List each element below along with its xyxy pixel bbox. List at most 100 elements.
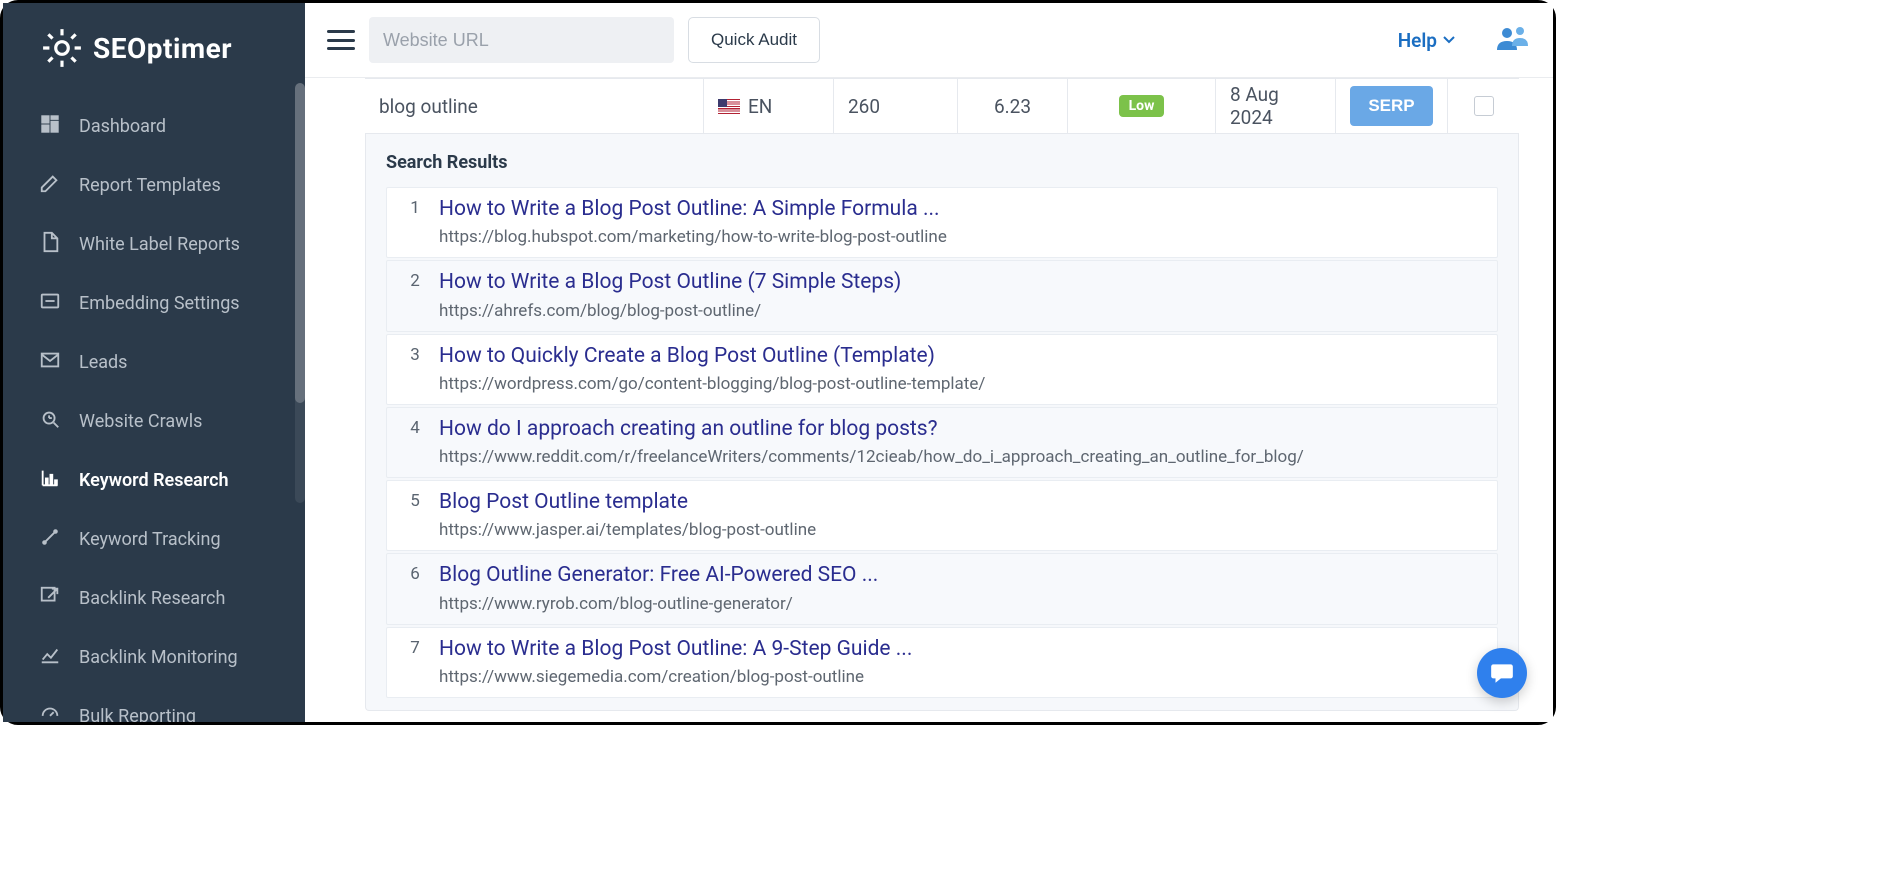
serp-body: How to Write a Blog Post Outline: A 9-St…	[439, 636, 1483, 687]
sidebar-item-website-crawls[interactable]: Website Crawls	[3, 392, 305, 451]
serp-url: https://www.jasper.ai/templates/blog-pos…	[439, 520, 1483, 540]
serp-rank: 7	[393, 636, 437, 687]
backlink-research-icon	[39, 585, 61, 612]
embed-icon	[39, 290, 61, 317]
row-checkbox[interactable]	[1474, 96, 1494, 116]
backlink-monitoring-icon	[39, 644, 61, 671]
keyword-row: blog outline EN 260 6.23 Low 8 Aug 2024	[365, 78, 1519, 134]
sidebar-item-label: Dashboard	[79, 116, 166, 137]
search-results-panel: Search Results 1How to Write a Blog Post…	[365, 134, 1519, 711]
serp-result: 1How to Write a Blog Post Outline: A Sim…	[386, 187, 1498, 258]
serp-result: 2How to Write a Blog Post Outline (7 Sim…	[386, 260, 1498, 331]
content-area: blog outline EN 260 6.23 Low 8 Aug 2024	[305, 78, 1553, 722]
serp-cell: SERP	[1335, 79, 1447, 133]
serp-result: 6Blog Outline Generator: Free AI-Powered…	[386, 553, 1498, 624]
keyword-value: blog outline	[379, 95, 478, 118]
serp-title-link[interactable]: How to Quickly Create a Blog Post Outlin…	[439, 343, 1483, 370]
tracking-icon	[39, 526, 61, 553]
date-value: 8 Aug 2024	[1230, 83, 1321, 129]
serp-body: How do I approach creating an outline fo…	[439, 416, 1483, 467]
sidebar-item-label: Bulk Reporting	[79, 706, 196, 722]
mail-icon	[39, 349, 61, 376]
sidebar-item-label: Backlink Research	[79, 588, 225, 609]
help-label: Help	[1398, 29, 1437, 52]
serp-rank: 1	[393, 196, 437, 247]
serp-list: 1How to Write a Blog Post Outline: A Sim…	[386, 187, 1498, 700]
serp-rank: 3	[393, 343, 437, 394]
serp-body: How to Quickly Create a Blog Post Outlin…	[439, 343, 1483, 394]
sidebar-item-report-templates[interactable]: Report Templates	[3, 156, 305, 215]
sidebar-item-label: Website Crawls	[79, 411, 202, 432]
cpc-cell: 6.23	[957, 79, 1067, 133]
brand-name: SEOptimer	[93, 32, 232, 65]
sidebar-item-white-label-reports[interactable]: White Label Reports	[3, 215, 305, 274]
quick-audit-button[interactable]: Quick Audit	[688, 17, 820, 63]
serp-body: How to Write a Blog Post Outline: A Simp…	[439, 196, 1483, 247]
volume-cell: 260	[833, 79, 957, 133]
main: Quick Audit Help blog outline	[305, 3, 1553, 722]
sidebar-scrollbar[interactable]	[295, 83, 305, 503]
sidebar-item-embedding-settings[interactable]: Embedding Settings	[3, 274, 305, 333]
serp-title-link[interactable]: Blog Outline Generator: Free AI-Powered …	[439, 562, 1483, 589]
serp-button[interactable]: SERP	[1350, 86, 1432, 126]
brand-logo[interactable]: SEOptimer	[3, 3, 305, 97]
serp-title-link[interactable]: How to Write a Blog Post Outline: A 9-St…	[439, 636, 1483, 663]
serp-url: https://ahrefs.com/blog/blog-post-outlin…	[439, 301, 1483, 321]
panel-title: Search Results	[386, 152, 1498, 173]
chat-icon	[1489, 660, 1515, 686]
flag-us-icon	[718, 99, 740, 114]
serp-url: https://wordpress.com/go/content-bloggin…	[439, 374, 1483, 394]
language-cell: EN	[703, 79, 833, 133]
sidebar-item-keyword-tracking[interactable]: Keyword Tracking	[3, 510, 305, 569]
serp-title-link[interactable]: How to Write a Blog Post Outline: A Simp…	[439, 196, 1483, 223]
volume-value: 260	[848, 95, 880, 118]
sidebar-item-label: Leads	[79, 352, 127, 373]
serp-title-link[interactable]: Blog Post Outline template	[439, 489, 1483, 516]
sidebar-item-label: White Label Reports	[79, 234, 240, 255]
sidebar-item-dashboard[interactable]: Dashboard	[3, 97, 305, 156]
serp-result: 5Blog Post Outline template https://www.j…	[386, 480, 1498, 551]
topbar: Quick Audit Help	[305, 3, 1553, 78]
sidebar-item-label: Keyword Tracking	[79, 529, 221, 550]
sidebar: SEOptimer Dashboard Report Templates White…	[3, 3, 305, 722]
serp-rank: 2	[393, 269, 437, 320]
help-menu[interactable]: Help	[1398, 29, 1455, 52]
serp-title-link[interactable]: How do I approach creating an outline fo…	[439, 416, 1483, 443]
chat-widget[interactable]	[1477, 648, 1527, 698]
website-url-input[interactable]	[369, 17, 674, 63]
sidebar-item-backlink-monitoring[interactable]: Backlink Monitoring	[3, 628, 305, 687]
checkbox-cell	[1447, 79, 1519, 133]
serp-url: https://www.ryrob.com/blog-outline-gener…	[439, 594, 1483, 614]
serp-url: https://www.reddit.com/r/freelanceWriter…	[439, 447, 1483, 467]
sidebar-item-label: Backlink Monitoring	[79, 647, 238, 668]
keyword-cell: blog outline	[365, 79, 703, 133]
document-icon	[39, 231, 61, 258]
sidebar-item-bulk-reporting[interactable]: Bulk Reporting	[3, 687, 305, 722]
serp-body: Blog Outline Generator: Free AI-Powered …	[439, 562, 1483, 613]
language-code: EN	[748, 95, 772, 118]
dashboard-icon	[39, 113, 61, 140]
competition-cell: Low	[1067, 79, 1215, 133]
serp-url: https://www.siegemedia.com/creation/blog…	[439, 667, 1483, 687]
sidebar-scrollbar-thumb[interactable]	[295, 83, 305, 403]
sidebar-item-label: Keyword Research	[79, 470, 229, 491]
sidebar-item-label: Embedding Settings	[79, 293, 240, 314]
serp-url: https://blog.hubspot.com/marketing/how-t…	[439, 227, 1483, 247]
serp-title-link[interactable]: How to Write a Blog Post Outline (7 Simp…	[439, 269, 1483, 296]
serp-body: Blog Post Outline template https://www.ja…	[439, 489, 1483, 540]
crawl-icon	[39, 408, 61, 435]
serp-rank: 5	[393, 489, 437, 540]
gear-icon	[41, 27, 83, 69]
sidebar-item-backlink-research[interactable]: Backlink Research	[3, 569, 305, 628]
users-icon[interactable]	[1495, 24, 1531, 56]
cpc-value: 6.23	[994, 95, 1031, 118]
chart-icon	[39, 467, 61, 494]
serp-body: How to Write a Blog Post Outline (7 Simp…	[439, 269, 1483, 320]
sidebar-item-leads[interactable]: Leads	[3, 333, 305, 392]
date-cell: 8 Aug 2024	[1215, 79, 1335, 133]
sidebar-item-keyword-research[interactable]: Keyword Research	[3, 451, 305, 510]
serp-rank: 6	[393, 562, 437, 613]
serp-rank: 4	[393, 416, 437, 467]
menu-toggle-icon[interactable]	[327, 26, 355, 54]
competition-badge: Low	[1119, 95, 1165, 117]
